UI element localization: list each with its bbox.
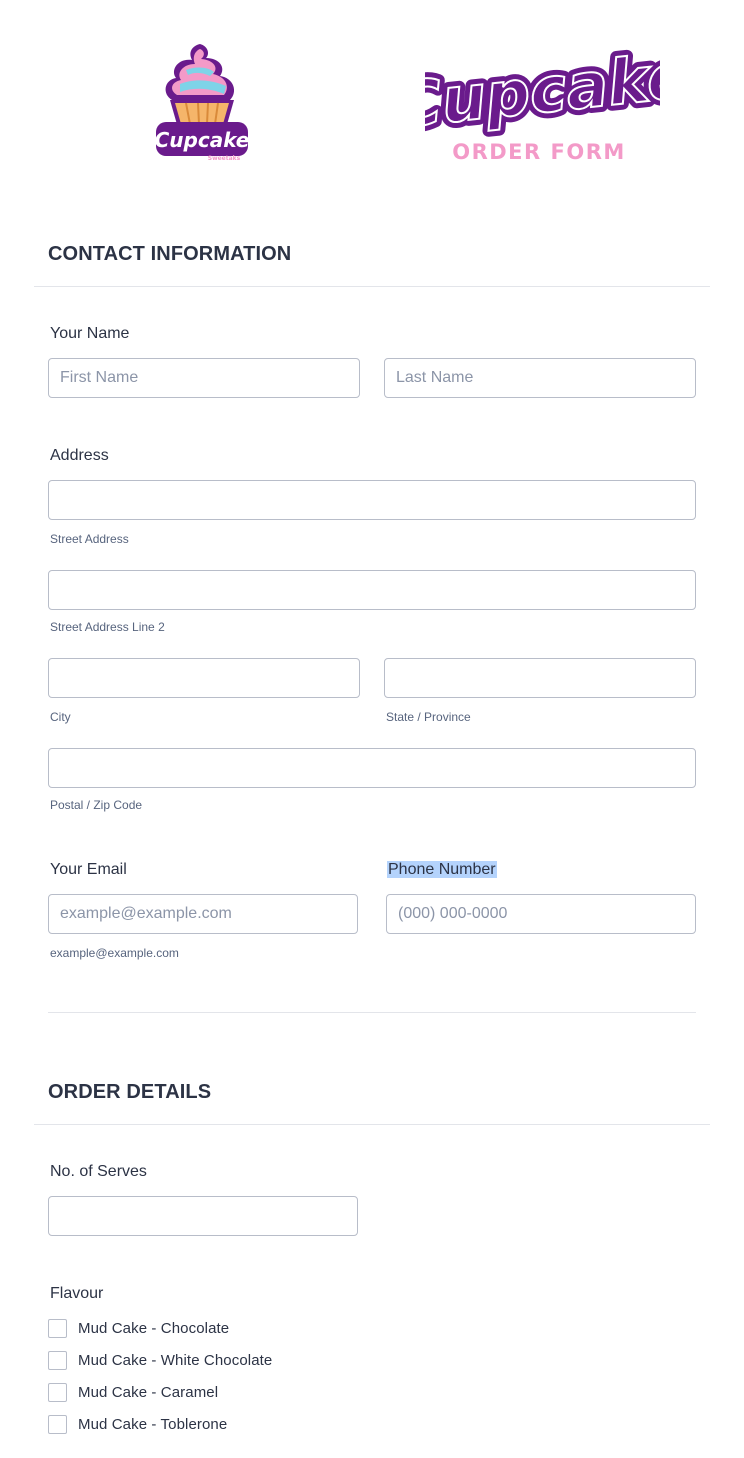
- checkbox[interactable]: [48, 1319, 67, 1338]
- flavour-option-label: Mud Cake - Caramel: [78, 1384, 219, 1401]
- state-province-input[interactable]: [384, 658, 696, 698]
- email-label: Your Email: [50, 861, 127, 878]
- section-divider: [34, 1124, 710, 1125]
- serves-input[interactable]: [48, 1196, 358, 1236]
- flavour-option[interactable]: Mud Cake - Toblerone: [48, 1415, 227, 1434]
- email-input[interactable]: [48, 894, 358, 934]
- address-label: Address: [50, 447, 109, 464]
- phone-label: Phone Number: [387, 861, 497, 879]
- checkbox[interactable]: [48, 1415, 67, 1434]
- flavour-label: Flavour: [50, 1285, 104, 1302]
- street-address-line2-sublabel: Street Address Line 2: [50, 620, 165, 634]
- city-input[interactable]: [48, 658, 360, 698]
- flavour-option[interactable]: Mud Cake - White Chocolate: [48, 1351, 272, 1370]
- street-address-line2-input[interactable]: [48, 570, 696, 610]
- checkbox[interactable]: [48, 1351, 67, 1370]
- form-page-divider: [48, 1012, 696, 1013]
- flavour-option-label: Mud Cake - Chocolate: [78, 1320, 230, 1337]
- svg-text:Cupcake: Cupcake: [425, 39, 660, 142]
- street-address-input[interactable]: [48, 480, 696, 520]
- section-divider: [34, 286, 710, 287]
- serves-label: No. of Serves: [50, 1163, 147, 1180]
- phone-input[interactable]: [386, 894, 696, 934]
- flavour-option[interactable]: Mud Cake - Caramel: [48, 1383, 218, 1402]
- last-name-input[interactable]: [384, 358, 696, 398]
- flavour-option-label: Mud Cake - White Chocolate: [78, 1352, 273, 1369]
- cupcake-order-form-logo: Cupcake Cupcake ORDER FORM: [387, 33, 699, 166]
- cupcake-logo-icon: Cupcake Sweetaks: [150, 40, 254, 164]
- svg-text:ORDER FORM: ORDER FORM: [452, 140, 626, 164]
- flavour-option[interactable]: Mud Cake - Chocolate: [48, 1319, 229, 1338]
- flavour-option-label: Mud Cake - Toblerone: [78, 1416, 228, 1433]
- contact-section-title: CONTACT INFORMATION: [48, 243, 292, 265]
- checkbox[interactable]: [48, 1383, 67, 1402]
- street-address-sublabel: Street Address: [50, 532, 129, 546]
- email-sublabel: example@example.com: [50, 946, 179, 960]
- postal-code-input[interactable]: [48, 748, 696, 788]
- city-sublabel: City: [50, 710, 71, 724]
- name-label: Your Name: [50, 325, 130, 342]
- svg-text:Cupcake: Cupcake: [155, 128, 250, 152]
- svg-text:Sweetaks: Sweetaks: [208, 155, 241, 162]
- phone-label-text: Phone Number: [387, 861, 497, 878]
- first-name-input[interactable]: [48, 358, 360, 398]
- state-province-sublabel: State / Province: [386, 710, 471, 724]
- postal-code-sublabel: Postal / Zip Code: [50, 798, 143, 812]
- order-section-title: ORDER DETAILS: [48, 1081, 212, 1103]
